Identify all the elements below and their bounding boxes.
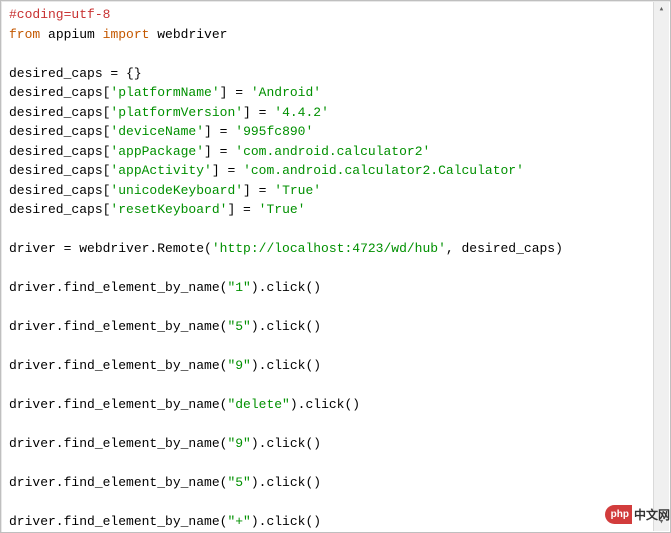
code-token: "9" (227, 436, 250, 451)
code-token: driver.find_element_by_name( (9, 319, 227, 334)
code-line: driver.find_element_by_name("1").click() (9, 280, 321, 295)
code-token: driver.find_element_by_name( (9, 280, 227, 295)
code-token: 'platformName' (110, 85, 219, 100)
code-token: ] = (243, 183, 274, 198)
code-line: #coding=utf-8 (9, 7, 110, 22)
code-token: ] = (204, 144, 235, 159)
code-token: "1" (227, 280, 250, 295)
code-token: 'appActivity' (110, 163, 211, 178)
code-token: desired_caps[ (9, 124, 110, 139)
code-token: "5" (227, 475, 250, 490)
code-token: driver.find_element_by_name( (9, 436, 227, 451)
code-token: from (9, 27, 40, 42)
code-token: desired_caps[ (9, 163, 110, 178)
code-line: from appium import webdriver (9, 27, 227, 42)
code-token: 'resetKeyboard' (110, 202, 227, 217)
scroll-up-button[interactable]: ▴ (654, 2, 669, 18)
code-line: driver = webdriver.Remote('http://localh… (9, 241, 563, 256)
editor-frame: #coding=utf-8 from appium import webdriv… (0, 0, 671, 533)
code-token: ).click() (251, 319, 321, 334)
code-line: desired_caps['platformName'] = 'Android' (9, 85, 321, 100)
scroll-track[interactable] (654, 18, 669, 515)
code-token: desired_caps[ (9, 105, 110, 120)
code-token: ).click() (251, 514, 321, 529)
code-token: 'unicodeKeyboard' (110, 183, 243, 198)
code-view[interactable]: #coding=utf-8 from appium import webdriv… (1, 1, 670, 533)
code-token: '995fc890' (235, 124, 313, 139)
watermark-badge: php (605, 505, 632, 524)
code-token: desired_caps = {} (9, 66, 142, 81)
code-token: ] = (220, 85, 251, 100)
code-token: driver.find_element_by_name( (9, 358, 227, 373)
code-token: ).click() (251, 475, 321, 490)
code-token: ] = (212, 163, 243, 178)
code-line: driver.find_element_by_name("5").click() (9, 475, 321, 490)
code-token: "+" (227, 514, 250, 529)
code-token: driver.find_element_by_name( (9, 514, 227, 529)
code-line: desired_caps['platformVersion'] = '4.4.2… (9, 105, 329, 120)
code-line: desired_caps = {} (9, 66, 142, 81)
code-token: '4.4.2' (274, 105, 329, 120)
code-token: desired_caps[ (9, 183, 110, 198)
code-token: ] = (243, 105, 274, 120)
code-token: 'platformVersion' (110, 105, 243, 120)
code-token: 'True' (259, 202, 306, 217)
code-token: ).click() (251, 436, 321, 451)
watermark: php 中文网 (605, 505, 670, 524)
code-token: desired_caps[ (9, 202, 110, 217)
code-token: 'http://localhost:4723/wd/hub' (212, 241, 446, 256)
code-token: driver = webdriver.Remote( (9, 241, 212, 256)
code-token: desired_caps[ (9, 85, 110, 100)
code-token: 'appPackage' (110, 144, 204, 159)
code-token: , desired_caps) (446, 241, 563, 256)
code-token: #coding=utf-8 (9, 7, 110, 22)
code-token: 'True' (274, 183, 321, 198)
code-line: driver.find_element_by_name("9").click() (9, 358, 321, 373)
code-line: desired_caps['deviceName'] = '995fc890' (9, 124, 313, 139)
code-token: ] = (204, 124, 235, 139)
code-token: 'Android' (251, 85, 321, 100)
code-token: import (103, 27, 150, 42)
code-line: driver.find_element_by_name("delete").cl… (9, 397, 360, 412)
code-line: desired_caps['unicodeKeyboard'] = 'True' (9, 183, 321, 198)
code-token: "delete" (227, 397, 289, 412)
code-token: 'com.android.calculator2' (235, 144, 430, 159)
code-token: 'com.android.calculator2.Calculator' (243, 163, 524, 178)
code-line: desired_caps['resetKeyboard'] = 'True' (9, 202, 305, 217)
code-token: ] = (227, 202, 258, 217)
code-line: driver.find_element_by_name("9").click() (9, 436, 321, 451)
code-line: driver.find_element_by_name("5").click() (9, 319, 321, 334)
code-token: "9" (227, 358, 250, 373)
code-token: webdriver (149, 27, 227, 42)
code-token: "5" (227, 319, 250, 334)
code-line: desired_caps['appActivity'] = 'com.andro… (9, 163, 524, 178)
code-token: ).click() (251, 358, 321, 373)
code-line: desired_caps['appPackage'] = 'com.androi… (9, 144, 430, 159)
code-token: driver.find_element_by_name( (9, 397, 227, 412)
code-token: ).click() (251, 280, 321, 295)
code-token: 'deviceName' (110, 124, 204, 139)
code-token: driver.find_element_by_name( (9, 475, 227, 490)
watermark-text: 中文网 (634, 506, 670, 524)
code-token: ).click() (290, 397, 360, 412)
code-token: appium (40, 27, 102, 42)
vertical-scrollbar[interactable]: ▴ ▾ (653, 2, 669, 531)
code-line: driver.find_element_by_name("+").click() (9, 514, 321, 529)
code-token: desired_caps[ (9, 144, 110, 159)
